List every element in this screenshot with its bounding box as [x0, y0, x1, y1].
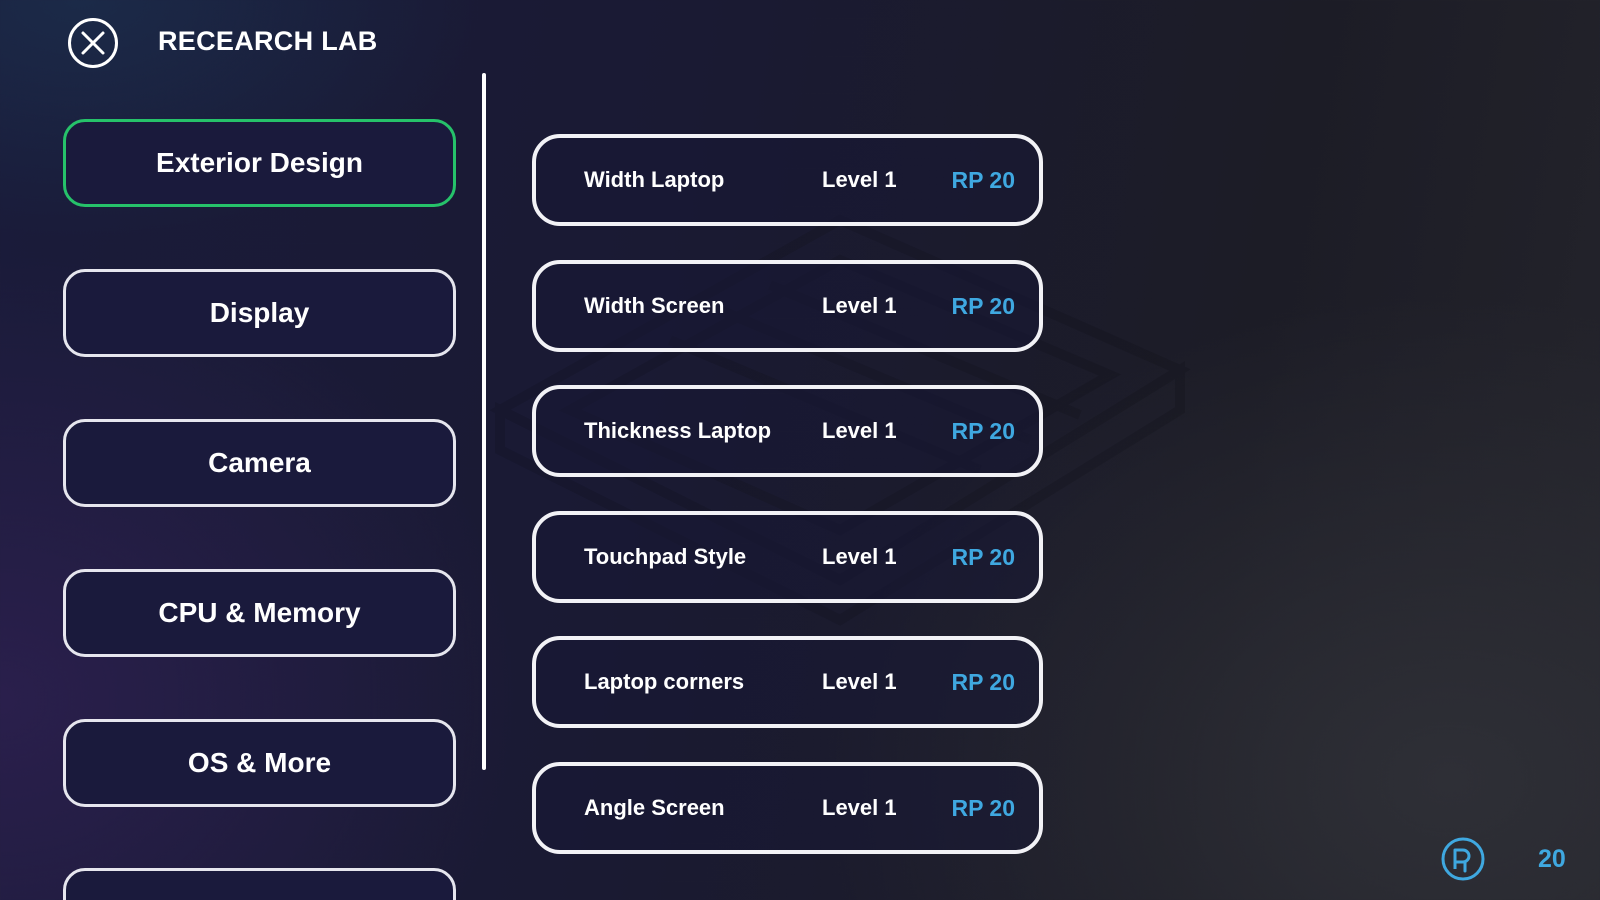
category-cpu-memory-button[interactable]: CPU & Memory: [63, 569, 456, 657]
research-item-width-screen[interactable]: Width Screen Level 1 RP 20: [532, 260, 1043, 352]
rp-balance: 20: [1538, 845, 1566, 873]
research-item-level: Level 1: [822, 293, 897, 318]
research-item-thickness-laptop[interactable]: Thickness Laptop Level 1 RP 20: [532, 385, 1043, 477]
category-next-button[interactable]: [63, 868, 456, 900]
page-title: RECEARCH LAB: [158, 26, 378, 56]
research-item-level: Level 1: [822, 795, 897, 820]
research-item-cost: RP 20: [951, 167, 1015, 193]
panel-divider: [482, 73, 486, 770]
category-exterior-design-button[interactable]: Exterior Design: [63, 119, 456, 207]
research-points-icon: [1441, 837, 1485, 881]
category-label: Exterior Design: [156, 147, 363, 178]
research-item-width-laptop[interactable]: Width Laptop Level 1 RP 20: [532, 134, 1043, 226]
category-os-more-button[interactable]: OS & More: [63, 719, 456, 807]
research-item-level: Level 1: [822, 544, 897, 569]
research-item-level: Level 1: [822, 167, 897, 192]
research-item-name: Laptop corners: [584, 669, 745, 694]
category-label: OS & More: [187, 747, 332, 778]
research-item-laptop-corners[interactable]: Laptop corners Level 1 RP 20: [532, 636, 1043, 728]
research-item-cost: RP 20: [951, 418, 1015, 444]
research-item-cost: RP 20: [951, 544, 1015, 570]
research-item-name: Thickness Laptop: [584, 418, 772, 443]
category-label: CPU & Memory: [158, 597, 361, 628]
close-button[interactable]: [68, 18, 118, 68]
category-camera-button[interactable]: Camera: [63, 419, 456, 507]
research-item-cost: RP 20: [951, 669, 1015, 695]
research-item-touchpad-style[interactable]: Touchpad Style Level 1 RP 20: [532, 511, 1043, 603]
research-item-name: Touchpad Style: [584, 544, 747, 569]
research-item-name: Width Laptop: [584, 167, 725, 192]
research-item-level: Level 1: [822, 669, 897, 694]
close-icon: [81, 31, 105, 55]
category-label: Display: [209, 297, 310, 328]
research-item-name: Angle Screen: [584, 795, 725, 820]
research-item-name: Width Screen: [584, 293, 725, 318]
research-item-angle-screen[interactable]: Angle Screen Level 1 RP 20: [532, 762, 1043, 854]
category-display-button[interactable]: Display: [63, 269, 456, 357]
category-label: Camera: [208, 447, 311, 478]
research-item-cost: RP 20: [951, 293, 1015, 319]
research-item-cost: RP 20: [951, 795, 1015, 821]
research-item-level: Level 1: [822, 418, 897, 443]
